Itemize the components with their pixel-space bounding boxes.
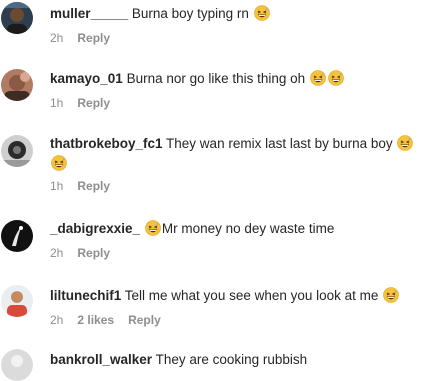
comment-meta: 1h Reply: [50, 95, 432, 111]
comment-text-overflow: [50, 154, 432, 172]
comment-username[interactable]: muller_____: [50, 6, 128, 21]
comment-time: 2h: [50, 246, 64, 260]
comment-time: 2h: [50, 313, 64, 327]
comment-message: They wan remix last last by burna boy: [166, 136, 393, 151]
reply-button[interactable]: Reply: [128, 313, 161, 327]
comment-username[interactable]: liltunechif1: [50, 288, 121, 303]
comment-message: Burna boy typing rn: [131, 6, 249, 21]
comment-username[interactable]: thatbrokeboy_fc1: [50, 136, 163, 151]
avatar[interactable]: [1, 349, 33, 381]
comment-text: kamayo_01 Burna nor go like this thing o…: [50, 69, 432, 89]
grinning-squinting-face-with-sweat-icon: [253, 5, 270, 21]
likes-count[interactable]: 2 likes: [77, 313, 114, 327]
comment-meta: 2h Reply: [50, 30, 432, 46]
comment-message: Tell me what you see when you look at me: [124, 288, 379, 303]
comment-text: bankroll_walker They are cooking rubbish: [50, 350, 432, 370]
avatar[interactable]: [1, 285, 33, 317]
comment-meta: 2h 2 likes Reply: [50, 312, 432, 328]
reply-button[interactable]: Reply: [77, 96, 110, 110]
comment-message: Mr money no dey waste time: [161, 221, 335, 236]
reply-button[interactable]: Reply: [77, 179, 110, 193]
grinning-squinting-face-with-sweat-icon: [397, 135, 414, 151]
comment-username[interactable]: bankroll_walker: [50, 352, 152, 367]
comment-message: They are cooking rubbish: [155, 352, 308, 367]
grinning-squinting-face-with-sweat-icon: [328, 70, 344, 86]
grinning-squinting-face-with-sweat-icon: [310, 70, 326, 86]
comment-time: 2h: [50, 31, 64, 45]
avatar[interactable]: [1, 2, 33, 34]
grinning-squinting-face-with-sweat-icon: [51, 155, 67, 171]
comment-time: 1h: [50, 179, 64, 193]
comment-meta: 1h Reply: [50, 178, 432, 194]
comment-time: 1h: [50, 96, 64, 110]
comment-text: liltunechif1 Tell me what you see when y…: [50, 286, 432, 306]
avatar[interactable]: [1, 69, 33, 101]
avatar[interactable]: [1, 135, 33, 167]
comment-username[interactable]: kamayo_01: [50, 71, 123, 86]
comment-username[interactable]: _dabigrexxie_: [50, 221, 140, 236]
avatar[interactable]: [1, 220, 33, 252]
comment-text: thatbrokeboy_fc1 They wan remix last las…: [50, 134, 432, 154]
comment-text: muller_____ Burna boy typing rn: [50, 4, 432, 24]
comment-text: _dabigrexxie_ Mr money no dey waste time: [50, 219, 432, 239]
reply-button[interactable]: Reply: [77, 246, 110, 260]
grinning-squinting-face-with-sweat-icon: [383, 287, 399, 303]
comment-meta: 2h Reply: [50, 245, 432, 261]
grinning-squinting-face-with-sweat-icon: [145, 220, 161, 236]
reply-button[interactable]: Reply: [77, 31, 110, 45]
comment-message: Burna nor go like this thing oh: [126, 71, 306, 86]
